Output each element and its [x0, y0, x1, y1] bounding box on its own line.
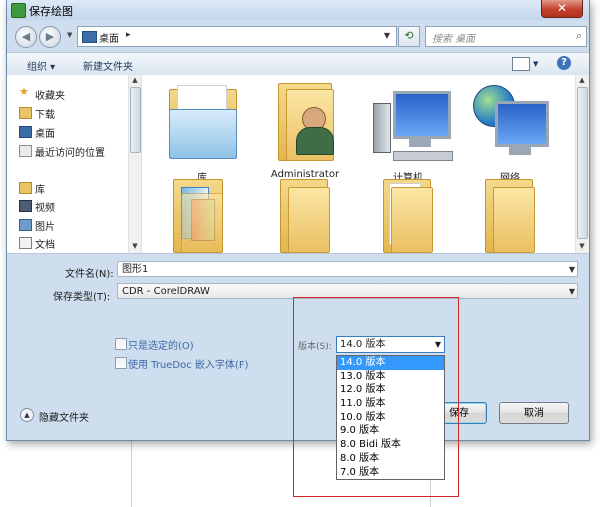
toolbar: 组织 ▾ 新建文件夹 ▼ ?: [7, 52, 589, 76]
title-bar: 保存绘图 ✕: [7, 0, 589, 20]
file-list-scrollbar[interactable]: ▲ ▼: [575, 75, 589, 253]
sidebar-item-pictures[interactable]: 图片: [19, 218, 55, 233]
sidebar-item-recent[interactable]: 最近访问的位置: [19, 144, 105, 159]
new-folder-button[interactable]: 新建文件夹: [83, 58, 133, 73]
selected-only-label[interactable]: 只是选定的(O): [128, 337, 194, 352]
desktop-icon: [19, 126, 32, 138]
background-divider: [131, 440, 132, 507]
scroll-down-icon[interactable]: ▼: [129, 241, 141, 251]
sidebar-item-downloads[interactable]: 下载: [19, 106, 55, 121]
sidebar-item-documents[interactable]: 文档: [19, 236, 55, 251]
truedoc-label[interactable]: 使用 TrueDoc 嵌入字体(F): [128, 356, 248, 371]
scroll-up-icon[interactable]: ▲: [129, 75, 141, 85]
documents-icon: [19, 237, 32, 249]
search-placeholder: 搜索 桌面: [432, 34, 476, 45]
filetype-value[interactable]: CDR - CorelDRAW: [122, 286, 210, 297]
scroll-down-icon[interactable]: ▼: [576, 241, 588, 251]
file-item-folder[interactable]: [363, 179, 453, 253]
navigation-pane: ★ 收藏夹 下载 桌面 最近访问的位置 库 视频 图片 文档 ▲ ▼: [7, 75, 142, 253]
hide-folders-toggle[interactable]: ▲ 隐藏文件夹: [20, 408, 89, 424]
file-item-network[interactable]: 网络: [465, 83, 555, 184]
scroll-thumb[interactable]: [577, 87, 588, 239]
history-dropdown-icon[interactable]: ▼: [67, 31, 72, 39]
search-input[interactable]: 搜索 桌面 ⌕: [425, 26, 587, 47]
filename-label: 文件名(N):: [65, 269, 114, 280]
file-item-folder[interactable]: [260, 179, 350, 253]
filetype-dropdown-icon[interactable]: ▼: [569, 284, 575, 300]
refresh-button[interactable]: ⟲: [398, 26, 420, 47]
organize-menu[interactable]: 组织 ▾: [27, 58, 55, 73]
file-item-libraries[interactable]: 库: [157, 83, 247, 184]
filename-value[interactable]: 图形1: [122, 264, 148, 275]
back-button[interactable]: ◀: [15, 26, 37, 48]
download-folder-icon: [19, 107, 32, 119]
filename-dropdown-icon[interactable]: ▼: [569, 262, 575, 278]
sidebar-item-favorites[interactable]: ★ 收藏夹: [19, 85, 65, 102]
sidebar-item-videos[interactable]: 视频: [19, 199, 55, 214]
search-icon: ⌕: [575, 29, 582, 42]
coreldraw-app-icon: [11, 3, 26, 18]
truedoc-checkbox[interactable]: [115, 357, 127, 369]
sidebar-item-libraries[interactable]: 库: [19, 181, 45, 196]
scroll-up-icon[interactable]: ▲: [576, 75, 588, 85]
address-dropdown-icon[interactable]: ▼: [380, 28, 394, 44]
star-icon: ★: [19, 85, 29, 98]
address-location[interactable]: 桌面: [99, 30, 119, 45]
filetype-label: 保存类型(T):: [53, 292, 111, 303]
help-icon[interactable]: ?: [557, 56, 571, 70]
recent-places-icon: [19, 145, 32, 157]
videos-icon: [19, 200, 32, 212]
selected-only-checkbox[interactable]: [115, 338, 127, 350]
file-item-folder[interactable]: [157, 179, 247, 253]
address-bar[interactable]: 桌面 ▸ ▼: [77, 26, 397, 47]
browser-area: ★ 收藏夹 下载 桌面 最近访问的位置 库 视频 图片 文档 ▲ ▼ Admin…: [7, 75, 589, 254]
file-item-folder[interactable]: [465, 179, 555, 253]
scroll-thumb[interactable]: [130, 87, 141, 153]
file-item-administrator[interactable]: Administrator: [260, 83, 350, 183]
pictures-icon: [19, 219, 32, 231]
collapse-up-icon[interactable]: ▲: [20, 408, 34, 422]
breadcrumb-chevron-icon[interactable]: ▸: [126, 30, 131, 40]
forward-button[interactable]: ▶: [39, 26, 61, 48]
sidebar-item-desktop[interactable]: 桌面: [19, 125, 55, 140]
close-button[interactable]: ✕: [541, 0, 583, 18]
navigation-scrollbar[interactable]: ▲ ▼: [128, 75, 141, 253]
view-dropdown-icon[interactable]: ▼: [533, 60, 538, 68]
change-view-icon[interactable]: [512, 57, 530, 71]
desktop-icon: [82, 31, 97, 43]
libraries-icon: [19, 182, 32, 194]
file-item-computer[interactable]: 计算机: [363, 83, 453, 184]
file-list: 库 Administrator 计算: [147, 75, 575, 253]
window-title: 保存绘图: [29, 5, 73, 18]
filename-field[interactable]: 图形1 ▼: [117, 261, 578, 277]
cancel-button[interactable]: 取消: [499, 402, 569, 424]
highlight-annotation-box: [293, 297, 459, 497]
